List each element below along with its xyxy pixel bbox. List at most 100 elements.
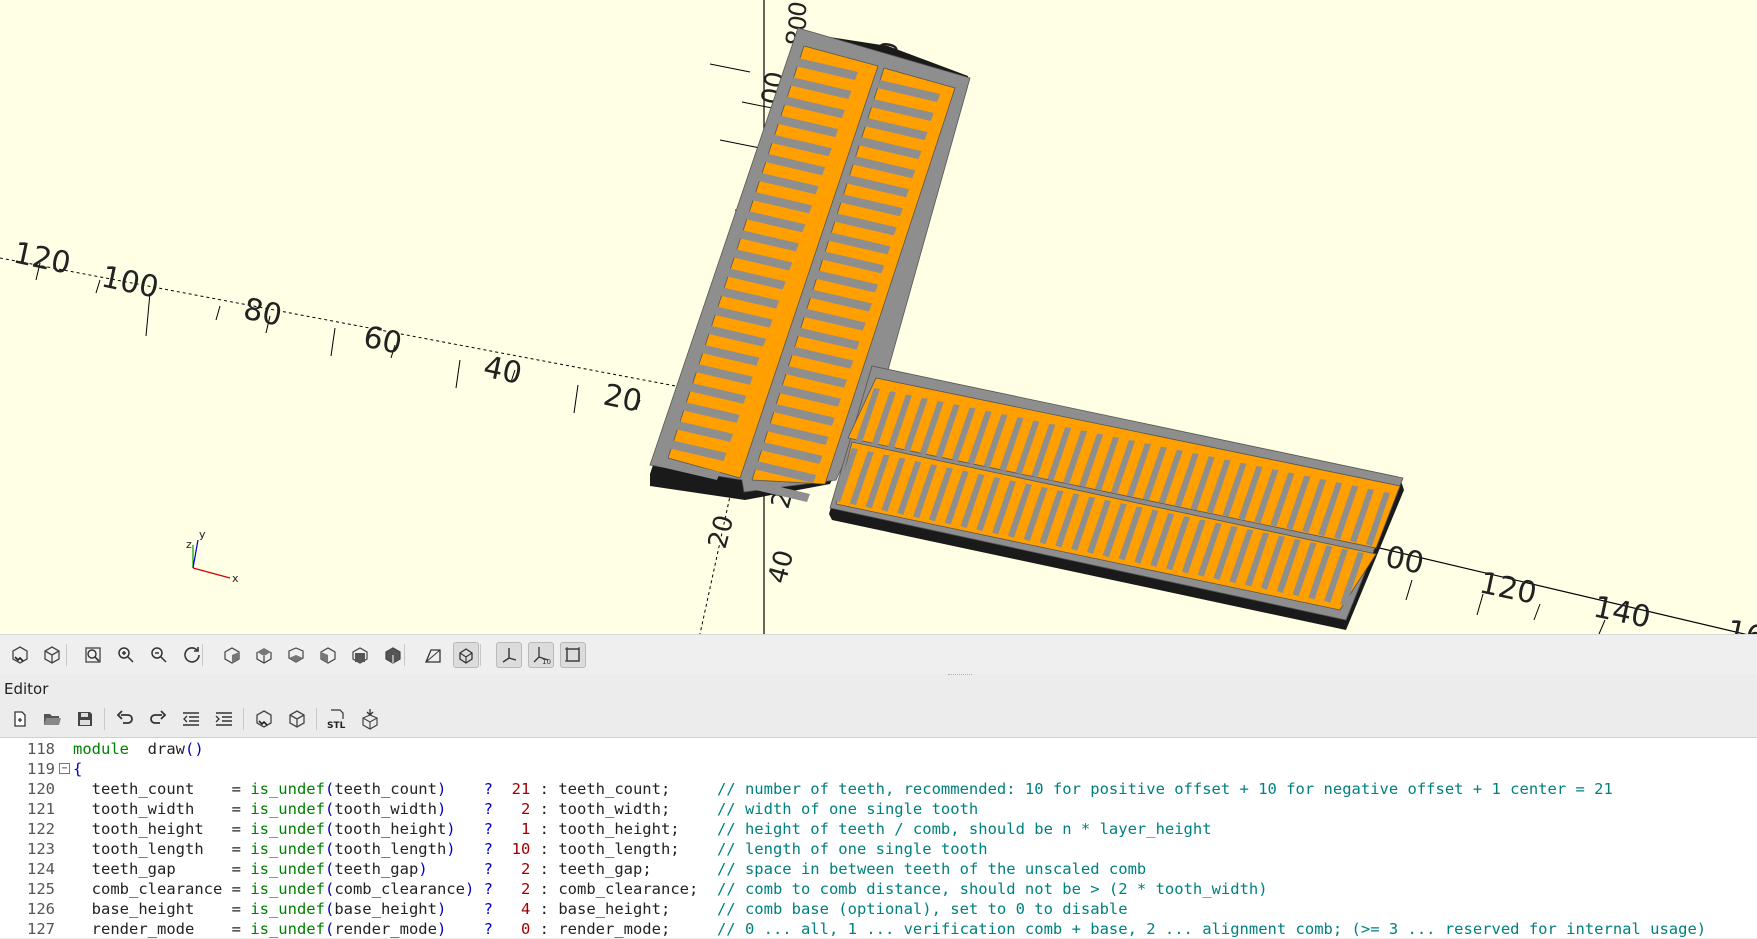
line-number: 124 (27, 860, 55, 878)
svg-text:10: 10 (542, 658, 551, 665)
view-front-button[interactable] (347, 642, 373, 668)
code-editor[interactable]: 118 119−120 121 122 123 124 125 126 127 module d… (0, 737, 1757, 938)
axis-tick-label: 100 (98, 260, 161, 306)
undo-icon (115, 710, 135, 728)
send-to-print-button[interactable] (357, 706, 383, 732)
axes-indicator-x-label: x (232, 572, 239, 585)
line-number: 118 (27, 740, 55, 758)
show-scale-markers-button[interactable]: 10 (528, 642, 554, 668)
zoom-out-button[interactable] (146, 642, 172, 668)
code-line[interactable]: tooth_length = is_undef(tooth_length) ? … (73, 839, 988, 859)
code-token: : tooth_height; (530, 820, 717, 838)
code-line[interactable]: teeth_count = is_undef(teeth_count) ? 21… (73, 779, 1613, 799)
code-token: ( (324, 780, 335, 798)
code-token: module (73, 740, 129, 758)
save-file-icon (76, 710, 94, 728)
zoom-in-button[interactable] (113, 642, 139, 668)
code-token: comb_clearance (334, 880, 465, 898)
view-left-icon (318, 645, 338, 665)
view-all-button[interactable] (80, 642, 106, 668)
view-top-icon (254, 645, 274, 665)
show-axes-icon (499, 645, 519, 665)
preview-button[interactable] (251, 706, 277, 732)
view-right-icon (222, 645, 242, 665)
code-token: ) (418, 860, 428, 878)
view-right-button[interactable] (219, 642, 245, 668)
code-token: is_undef (250, 800, 325, 818)
code-token: { (73, 760, 83, 778)
indent-button[interactable] (211, 706, 237, 732)
preview-icon (10, 645, 30, 665)
code-token: ? (483, 780, 493, 798)
line-number: 123 (27, 840, 55, 858)
code-token: is_undef (250, 920, 325, 938)
orthogonal-icon (456, 645, 476, 665)
code-token: ) (446, 840, 456, 858)
code-token: ( (324, 920, 335, 938)
code-token: 21 (511, 780, 531, 798)
fold-toggle-icon[interactable]: − (59, 763, 70, 774)
tick-mark (215, 305, 221, 321)
open-file-button[interactable] (39, 706, 65, 732)
model-scene[interactable]: 1201008060402000120140160800806040202020… (0, 0, 1757, 634)
code-token: // comb base (optional), set to 0 to dis… (716, 900, 1128, 918)
axis-tick-label: 40 (480, 350, 525, 392)
code-token: ? (483, 820, 493, 838)
code-token: 0 (520, 920, 531, 938)
new-file-icon (11, 710, 29, 728)
code-token: : comb_clearance; (530, 880, 717, 898)
code-token: tooth_height = (73, 820, 251, 838)
line-number: 125 (27, 880, 55, 898)
axis-tick-label: 120 (1476, 566, 1539, 612)
view-back-button[interactable] (380, 642, 406, 668)
code-token: // height of teeth / comb, should be n *… (716, 820, 1212, 838)
redo-button[interactable] (145, 706, 171, 732)
unindent-icon (181, 710, 201, 728)
view-bottom-button[interactable] (283, 642, 309, 668)
code-token: 2 (520, 800, 531, 818)
new-file-button[interactable] (7, 706, 33, 732)
code-line[interactable]: module draw() (73, 739, 204, 759)
code-token: ? (483, 800, 493, 818)
line-number: 126 (27, 900, 55, 918)
render-button[interactable] (284, 706, 310, 732)
code-line[interactable]: teeth_gap = is_undef(teeth_gap) ? 2 : te… (73, 859, 1147, 879)
show-edges-button[interactable] (560, 642, 586, 668)
code-line[interactable]: tooth_height = is_undef(tooth_height) ? … (73, 819, 1212, 839)
code-token: ( (324, 840, 335, 858)
view-left-button[interactable] (315, 642, 341, 668)
zoom-in-icon (116, 645, 136, 665)
code-line[interactable]: comb_clearance = is_undef(comb_clearance… (73, 879, 1268, 899)
line-number: 120 (27, 780, 55, 798)
orthogonal-button[interactable] (453, 642, 479, 668)
unindent-button[interactable] (178, 706, 204, 732)
view-toolbar: 10 (0, 634, 1757, 675)
open-file-icon (42, 710, 62, 728)
redo-icon (148, 710, 168, 728)
code-token: // number of teeth, recommended: 10 for … (716, 780, 1613, 798)
view-top-button[interactable] (251, 642, 277, 668)
code-token: ( (324, 860, 335, 878)
code-line[interactable]: base_height = is_undef(base_height) ? 4 … (73, 899, 1128, 919)
preview-button[interactable] (7, 642, 33, 668)
splitter-handle[interactable] (0, 674, 1757, 680)
perspective-button[interactable] (420, 642, 446, 668)
show-axes-button[interactable] (496, 642, 522, 668)
code-token: draw (129, 740, 185, 758)
3d-viewport[interactable]: 1201008060402000120140160800806040202020… (0, 0, 1757, 634)
indent-icon (214, 710, 234, 728)
render-button[interactable] (39, 642, 65, 668)
code-line[interactable]: { (73, 759, 82, 779)
export-stl-button[interactable]: STL (324, 706, 350, 732)
toolbar-separator (316, 708, 317, 730)
toolbar-separator (480, 644, 481, 666)
save-file-button[interactable] (72, 706, 98, 732)
code-line[interactable]: render_mode = is_undef(render_mode) ? 0 … (73, 919, 1706, 939)
code-token: tooth_length = (73, 840, 251, 858)
undo-button[interactable] (112, 706, 138, 732)
code-line[interactable]: tooth_width = is_undef(tooth_width) ? 2 … (73, 799, 979, 819)
code-token: ) (436, 800, 447, 818)
export-stl-icon: STL (326, 708, 348, 730)
